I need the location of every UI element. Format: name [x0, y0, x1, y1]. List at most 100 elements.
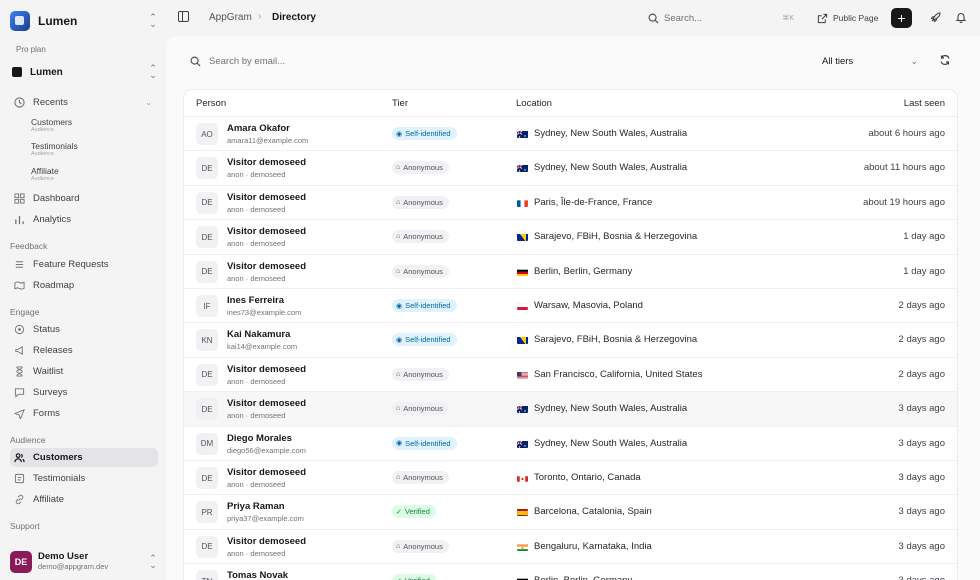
sidebar-item-dashboard[interactable]: Dashboard: [10, 189, 158, 208]
ghost-icon: ⌂: [396, 267, 401, 275]
public-page-link[interactable]: Public Page: [817, 10, 878, 26]
tier-badge: ✓Verified: [392, 505, 436, 519]
person-name: Visitor demoseed: [227, 363, 307, 375]
table-row[interactable]: AO Amara Okafor amara11@example.com ◉ Self-i…: [184, 117, 957, 152]
sidebar-item-label: Affiliate: [33, 494, 64, 505]
table-row[interactable]: DE Visitor demoseed anon · demoseed ⌂ Anonym…: [184, 255, 957, 289]
tier-select-value: All tiers: [822, 55, 854, 67]
tier-badge-label: Anonymous: [403, 266, 443, 276]
tier-badge-label: Anonymous: [403, 369, 443, 379]
table-row[interactable]: DE Visitor demoseed anon · demoseed ⌂ Anonym…: [184, 151, 957, 186]
bell-icon[interactable]: [955, 11, 967, 23]
person-avatar: DE: [196, 226, 218, 249]
flag-icon: [517, 405, 528, 414]
app-switcher[interactable]: Lumen ⌃ ⌄: [10, 9, 158, 33]
user-menu[interactable]: DE Demo User demo@appgram.dev ⌃ ⌄: [10, 549, 158, 575]
refresh-icon: [940, 55, 950, 65]
sidebar-item-feature-requests[interactable]: Feature Requests: [10, 255, 158, 274]
tier-badge: ⌂ Anonymous: [392, 161, 449, 175]
refresh-button[interactable]: [938, 53, 952, 67]
rocket-icon[interactable]: [930, 11, 942, 23]
location-text: Berlin, Berlin, Germany: [534, 265, 633, 277]
sidebar-item-label: Surveys: [33, 387, 68, 398]
search-icon: [190, 56, 201, 67]
main-panel: Search by email... All tiers ⌄ Person Ti…: [166, 36, 980, 580]
tier-badge-label: Anonymous: [403, 404, 443, 414]
sidebar-item-testimonials[interactable]: Testimonials: [10, 469, 158, 488]
workspace-switcher[interactable]: Lumen ⌃ ⌄: [10, 62, 158, 82]
table-row[interactable]: DM Diego Morales diego56@example.com ◉ Self-…: [184, 427, 957, 461]
table-row[interactable]: DE Visitor demoseed anon · demoseed ⌂ Anonym…: [184, 392, 957, 427]
quote-icon: [13, 473, 25, 485]
sidebar-toggle-icon[interactable]: [178, 11, 189, 22]
sidebar-item-surveys[interactable]: Surveys: [10, 383, 158, 402]
table-row[interactable]: DE Visitor demoseed anon · demoseed ⌂ Anonym…: [184, 461, 957, 496]
tier-badge: ◉ Self-identified: [392, 436, 457, 450]
column-header-last-seen[interactable]: Last seen: [904, 98, 945, 109]
location-text: Toronto, Ontario, Canada: [534, 472, 641, 483]
sidebar-item-label: Feature Requests: [33, 259, 109, 270]
recent-item-testimonials[interactable]: Testimonials Audience: [31, 141, 78, 157]
person-email: anon · demoseed: [227, 204, 286, 214]
breadcrumb-root[interactable]: AppGram: [209, 12, 252, 23]
last-seen-text: 2 days ago: [898, 334, 945, 346]
section-label-audience: Audience: [10, 435, 46, 445]
person-email: anon · demoseed: [227, 170, 286, 180]
table-row[interactable]: DE Visitor demoseed anon · demoseed ⌂ Anonym…: [184, 220, 957, 255]
sidebar-item-affiliate[interactable]: Affiliate: [10, 490, 158, 509]
sidebar-item-analytics[interactable]: Analytics: [10, 210, 158, 229]
recent-item-affiliate[interactable]: Affiliate Audience: [31, 166, 59, 182]
global-search[interactable]: Search... ⌘K: [648, 10, 794, 26]
column-header-location[interactable]: Location: [516, 98, 552, 109]
ghost-icon: ⌂: [396, 198, 401, 206]
location-text: San Francisco, California, United States: [534, 368, 703, 380]
sidebar-item-status[interactable]: Status: [10, 320, 158, 339]
tier-badge: ⌂ Anonymous: [392, 264, 449, 278]
column-header-person[interactable]: Person: [196, 98, 226, 109]
last-seen-text: about 19 hours ago: [863, 196, 945, 208]
table-row[interactable]: IF Ines Ferreira ines73@example.com ◉ Self-i…: [184, 289, 957, 324]
person-avatar: DE: [196, 398, 218, 421]
table-row[interactable]: TNTomas Novaktomas20@example.com✓Verifie…: [184, 564, 957, 580]
recent-item-label: Affiliate: [31, 166, 59, 176]
users-icon: [13, 452, 25, 464]
tier-select[interactable]: All tiers ⌄: [822, 53, 918, 69]
sidebar-item-customers[interactable]: Customers: [10, 448, 158, 467]
sidebar-item-forms[interactable]: Forms: [10, 404, 158, 423]
breadcrumb-separator-icon: ›: [258, 11, 262, 22]
fingerprint-icon: ◉: [396, 302, 403, 310]
person-email: diego56@example.com: [227, 445, 306, 455]
tier-badge: ⌂ Anonymous: [392, 230, 449, 244]
person-email: anon · demoseed: [227, 376, 286, 386]
topbar: AppGram › Directory Search... ⌘K Public …: [166, 0, 980, 36]
sidebar-item-roadmap[interactable]: Roadmap: [10, 276, 158, 295]
table-row[interactable]: KN Kai Nakamura kai14@example.com ◉ Self-ide…: [184, 323, 957, 358]
recent-item-label: Customers: [31, 117, 73, 127]
recent-item-customers[interactable]: Customers Audience: [31, 117, 72, 133]
chevrons-up-down-icon: ⌃ ⌄: [149, 63, 157, 80]
table-row[interactable]: DE Visitor demoseed anon · demoseed ⌂ Anonym…: [184, 358, 957, 393]
last-seen-text: 2 days ago: [898, 300, 945, 311]
recents-label: Recents: [33, 97, 68, 108]
section-label-engage: Engage: [10, 307, 40, 317]
search-shortcut: ⌘K: [782, 15, 794, 22]
tier-badge: ⌂ Anonymous: [392, 539, 449, 553]
recents-toggle[interactable]: Recents ⌄: [10, 93, 158, 112]
location-text: Sydney, New South Wales, Australia: [534, 403, 688, 415]
email-search-input[interactable]: Search by email...: [190, 53, 390, 69]
column-header-tier[interactable]: Tier: [392, 98, 408, 109]
avatar: DE: [10, 551, 32, 573]
table-row[interactable]: DE Visitor demoseed anon · demoseed ⌂ Anonym…: [184, 530, 957, 565]
person-avatar: DE: [196, 191, 218, 214]
create-button[interactable]: +: [891, 8, 912, 28]
tier-badge-label: Anonymous: [403, 163, 443, 173]
sidebar-item-releases[interactable]: Releases: [10, 341, 158, 360]
table-row[interactable]: DE Visitor demoseed anon · demoseed ⌂ Anonym…: [184, 186, 957, 221]
plan-label: Pro plan: [16, 45, 46, 54]
table-row[interactable]: PR Priya Raman priya37@example.com ✓ Verifie…: [184, 495, 957, 530]
location-text: Sydney, New South Wales, Australia: [534, 128, 688, 139]
person-name: Tomas Novak: [227, 570, 289, 580]
user-email: demo@appgram.dev: [38, 562, 109, 571]
sidebar-item-waitlist[interactable]: Waitlist: [10, 362, 158, 381]
person-email: amara11@example.com: [227, 136, 309, 145]
